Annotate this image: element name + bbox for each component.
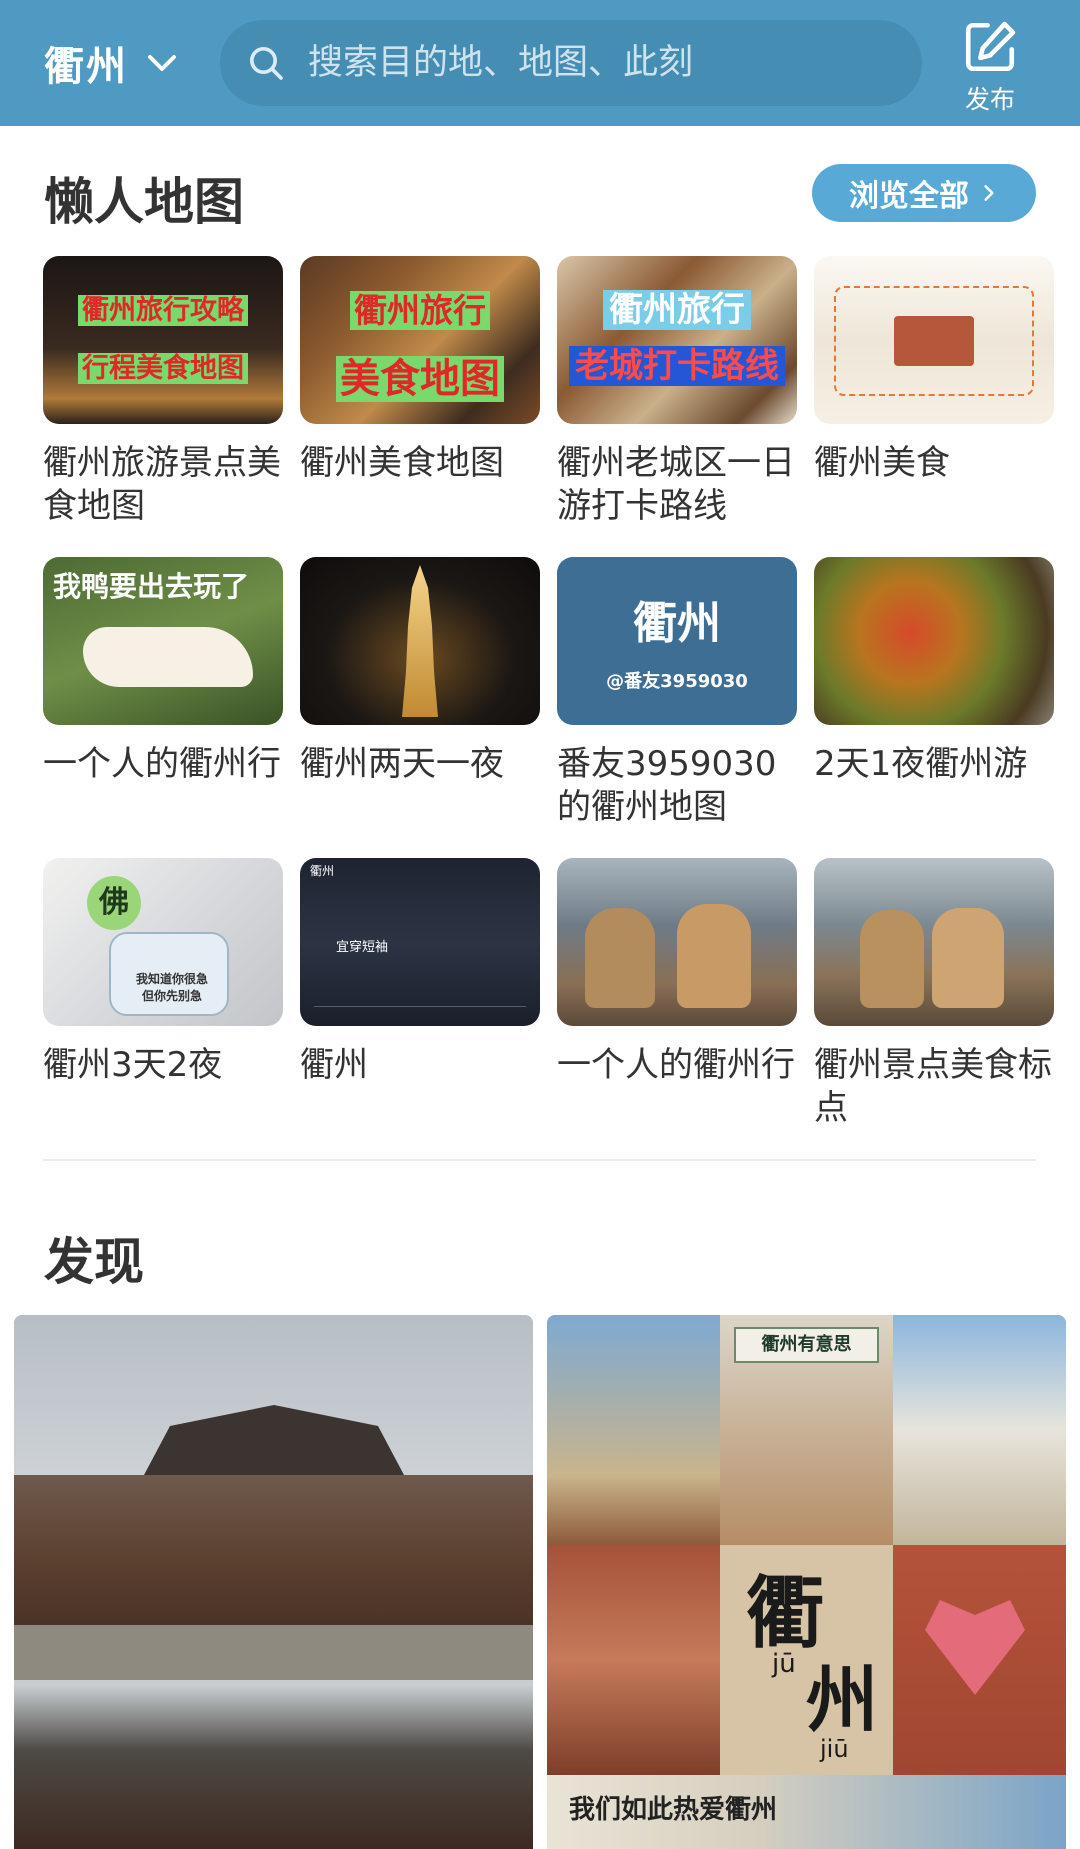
map-title: 衢州美食地图	[300, 443, 504, 483]
map-thumbnail: 佛 我知道你很急 但你先别急	[43, 858, 283, 1026]
chevron-down-icon	[148, 55, 176, 71]
section-title-lazy-maps: 懒人地图	[44, 173, 244, 231]
map-title: 衢州景点美食标点	[814, 1045, 1052, 1128]
thumb-text: 我鸭要出去玩了	[53, 570, 250, 603]
map-thumbnail	[814, 858, 1054, 1026]
map-thumbnail: 衢州旅行攻略 行程美食地图	[43, 256, 283, 424]
map-card[interactable]: 衢州旅行 美食地图 衢州美食地图	[300, 256, 540, 485]
map-title: 一个人的衢州行	[557, 1045, 795, 1085]
chevron-right-icon	[984, 185, 994, 201]
map-card[interactable]: 衢州美食	[814, 256, 1054, 485]
map-title: 衢州3天2夜	[43, 1045, 223, 1085]
post-image-tile	[893, 1315, 1066, 1545]
post-image-second	[14, 1685, 533, 1849]
post-text: jū	[772, 1649, 796, 1679]
map-card[interactable]: 衢州 宜穿短袖 衢州	[300, 858, 540, 1087]
map-title: 2天1夜衢州游	[814, 744, 1028, 784]
map-thumbnail: 衢州旅行 老城打卡路线	[557, 256, 797, 424]
map-card[interactable]: 2天1夜衢州游	[814, 557, 1054, 786]
map-thumbnail	[300, 557, 540, 725]
post-image-tile	[547, 1545, 720, 1775]
top-bar: 衢州 发布	[0, 0, 1080, 126]
post-text: 州	[806, 1657, 879, 1742]
thumb-text: @番友3959030	[606, 671, 748, 692]
map-title: 衢州两天一夜	[300, 744, 504, 784]
section-divider	[43, 1159, 1036, 1161]
map-title: 衢州	[300, 1045, 368, 1085]
publish-button[interactable]: 发布	[950, 18, 1030, 118]
map-thumbnail: 我鸭要出去玩了	[43, 557, 283, 725]
map-title: 一个人的衢州行	[43, 744, 281, 784]
discover-post-card[interactable]	[14, 1315, 533, 1849]
map-card[interactable]: 衢州旅行攻略 行程美食地图 衢州旅游景点美食地图	[43, 256, 283, 528]
post-image-tile: 衢州有意思	[720, 1315, 893, 1545]
browse-all-button[interactable]: 浏览全部	[812, 164, 1036, 222]
map-card[interactable]: 一个人的衢州行	[557, 858, 797, 1087]
search-input[interactable]	[308, 43, 908, 83]
thumb-text: 宜穿短袖	[336, 940, 389, 955]
thumb-text: 衢州	[310, 864, 335, 878]
map-card[interactable]: 我鸭要出去玩了 一个人的衢州行	[43, 557, 283, 786]
map-thumbnail: 衢州旅行 美食地图	[300, 256, 540, 424]
map-thumbnail: 衢州 @番友3959030	[557, 557, 797, 725]
map-card[interactable]: 衢州 @番友3959030 番友3959030的衢州地图	[557, 557, 797, 829]
post-image-tile	[893, 1545, 1066, 1775]
thumb-text: 衢州旅行攻略	[78, 295, 248, 326]
thumb-text: 衢州旅行	[603, 290, 751, 330]
search-icon	[250, 47, 283, 80]
map-card[interactable]: 衢州旅行 老城打卡路线 衢州老城区一日游打卡路线	[557, 256, 797, 528]
thumb-text: 但你先别急	[141, 989, 202, 1003]
post-image-building	[14, 1475, 533, 1625]
map-thumbnail	[814, 557, 1054, 725]
map-thumbnail	[814, 256, 1054, 424]
map-title: 衢州旅游景点美食地图	[43, 443, 281, 526]
map-card[interactable]: 衢州景点美食标点	[814, 858, 1054, 1130]
thumb-text: 行程美食地图	[78, 353, 248, 384]
thumb-text: 美食地图	[336, 356, 504, 402]
browse-all-label: 浏览全部	[849, 179, 969, 214]
discover-post-card[interactable]: 衢州有意思 衢 jū 州 jiū 我们如此热爱衢州	[547, 1315, 1066, 1849]
thumb-text: 衢州旅行	[350, 291, 490, 330]
map-title: 衢州老城区一日游打卡路线	[557, 443, 795, 526]
map-title: 番友3959030的衢州地图	[557, 744, 777, 827]
thumb-text: 我知道你很急	[135, 972, 208, 986]
map-card[interactable]: 佛 我知道你很急 但你先别急 衢州3天2夜	[43, 858, 283, 1087]
post-text: jiū	[820, 1735, 849, 1763]
post-image-ground	[14, 1625, 533, 1680]
post-text: 我们如此热爱衢州	[569, 1795, 778, 1825]
thumb-text: 老城打卡路线	[569, 346, 785, 386]
search-bar[interactable]	[220, 20, 922, 106]
section-title-discover: 发现	[44, 1233, 144, 1291]
publish-label: 发布	[964, 85, 1015, 114]
edit-icon	[965, 21, 1016, 72]
map-thumbnail	[557, 858, 797, 1026]
heart-icon	[925, 1600, 1025, 1695]
city-selector[interactable]: 衢州	[44, 30, 180, 96]
post-image-tile	[547, 1315, 720, 1545]
post-image-tile: 衢 jū 州 jiū	[720, 1545, 893, 1775]
thumb-text: 佛	[87, 876, 141, 930]
map-thumbnail: 衢州 宜穿短袖	[300, 858, 540, 1026]
map-card[interactable]: 衢州两天一夜	[300, 557, 540, 786]
map-title: 衢州美食	[814, 443, 950, 483]
city-name: 衢州	[44, 44, 128, 90]
thumb-text: 衢州	[633, 598, 721, 649]
post-image-strip: 我们如此热爱衢州	[547, 1775, 1066, 1849]
post-text: 衢州有意思	[734, 1327, 879, 1363]
